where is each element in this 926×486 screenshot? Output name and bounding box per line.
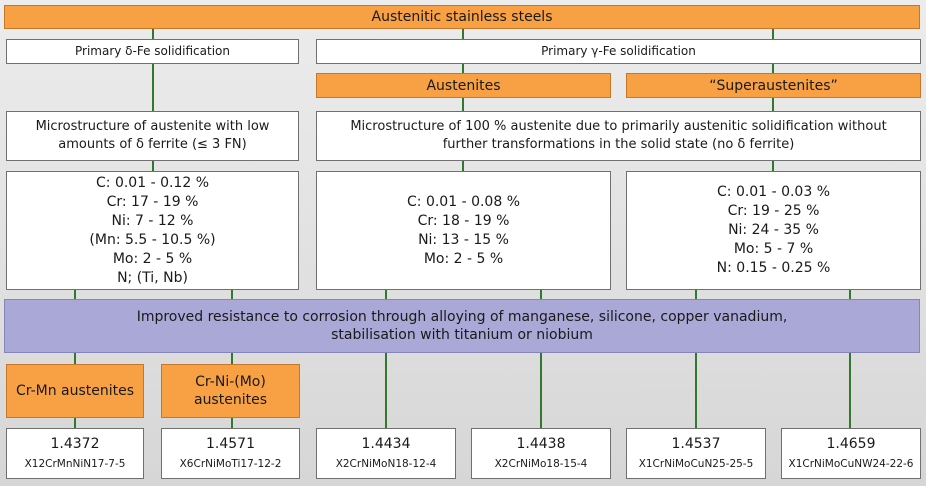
primary-delta-box: Primary δ-Fe solidification [6,39,299,64]
composition-line: Ni: 13 - 15 % [418,231,509,248]
subtype-cr-mn: Cr-Mn austenites [6,364,144,418]
composition-line: N: 0.15 - 0.25 % [716,260,831,276]
composition-line: Mo: 5 - 7 % [733,241,814,257]
grade-number: 1.4434 [361,436,411,452]
grade-designation: X2CrNiMo18-15-4 [494,458,588,470]
composition-line: Cr: 18 - 19 % [417,212,510,229]
header-austenitic-stainless-steels: Austenitic stainless steels [4,5,920,29]
grade-box: 1.4537 X1CrNiMoCuN25-25-5 [626,428,766,479]
primary-gamma-box: Primary γ-Fe solidification [316,39,921,64]
composition-superaustenites-box: C: 0.01 - 0.03 % Cr: 19 - 25 % Ni: 24 - … [626,171,921,290]
grade-box: 1.4659 X1CrNiMoCuNW24-22-6 [781,428,921,479]
subtype-cr-ni-mo: Cr-Ni-(Mo) austenites [161,364,300,418]
improved-text: Improved resistance to corrosion through… [136,309,788,325]
grade-designation: X6CrNiMoTi17-12-2 [179,458,282,470]
composition-line: N; (Ti, Nb) [117,269,188,286]
connector-line [462,97,464,112]
microstructure-delta-box: Microstructure of austenite with low amo… [6,111,299,161]
composition-line: (Mn: 5.5 - 10.5 %) [89,231,216,248]
group-superaustenites-label: “Superaustenites” [709,77,838,94]
group-austenites-label: Austenites [426,77,501,94]
group-superaustenites: “Superaustenites” [626,73,921,98]
grade-number: 1.4537 [671,436,721,452]
composition-line: Cr: 17 - 19 % [106,193,199,210]
improved-text: stabilisation with titanium or niobium [331,327,593,343]
grade-number: 1.4372 [50,436,100,452]
subtype-cr-ni-mo-label: Cr-Ni-(Mo) [195,374,266,390]
grade-designation: X1CrNiMoCuNW24-22-6 [788,458,914,470]
diagram-canvas: Austenitic stainless steels Primary δ-Fe… [0,0,926,486]
connector-line [152,62,154,112]
grade-number: 1.4659 [826,436,876,452]
subtype-cr-mn-label: Cr-Mn austenites [15,383,135,399]
composition-delta-box: C: 0.01 - 0.12 % Cr: 17 - 19 % Ni: 7 - 1… [6,171,299,290]
grade-number: 1.4571 [206,436,255,452]
primary-delta-label: Primary δ-Fe solidification [74,44,230,58]
header-title: Austenitic stainless steels [371,9,553,25]
composition-line: Mo: 2 - 5 % [112,250,193,267]
composition-line: Cr: 19 - 25 % [727,203,820,219]
grade-box: 1.4372 X12CrMnNiN17-7-5 [6,428,144,479]
grade-designation: X12CrMnNiN17-7-5 [24,458,126,470]
grade-box: 1.4438 X2CrNiMo18-15-4 [471,428,611,479]
grade-number: 1.4438 [516,436,566,452]
grade-designation: X1CrNiMoCuN25-25-5 [638,458,754,470]
primary-gamma-label: Primary γ-Fe solidification [541,44,696,58]
composition-line: Ni: 24 - 35 % [728,222,819,238]
composition-line: C: 0.01 - 0.08 % [407,193,520,210]
microstructure-gamma-box: Microstructure of 100 % austenite due to… [316,111,921,161]
grade-box: 1.4434 X2CrNiMoN18-12-4 [316,428,456,479]
microstructure-text: Microstructure of 100 % austenite due to… [350,119,887,134]
composition-line: C: 0.01 - 0.12 % [96,174,209,191]
connector-line [772,97,774,112]
grade-designation: X2CrNiMoN18-12-4 [335,458,437,470]
grade-box: 1.4571 X6CrNiMoTi17-12-2 [161,428,300,479]
subtype-cr-ni-mo-label: austenites [193,392,267,408]
microstructure-text: further transformations in the solid sta… [442,137,795,152]
composition-austenites-box: C: 0.01 - 0.08 % Cr: 18 - 19 % Ni: 13 - … [316,171,611,290]
microstructure-text: amounts of δ ferrite (≤ 3 FN) [58,137,247,152]
composition-line: Mo: 2 - 5 % [423,250,504,267]
group-austenites: Austenites [316,73,611,98]
improved-resistance-band: Improved resistance to corrosion through… [4,299,920,353]
composition-line: Ni: 7 - 12 % [111,212,194,229]
composition-line: C: 0.01 - 0.03 % [717,184,830,200]
microstructure-text: Microstructure of austenite with low [35,119,270,134]
